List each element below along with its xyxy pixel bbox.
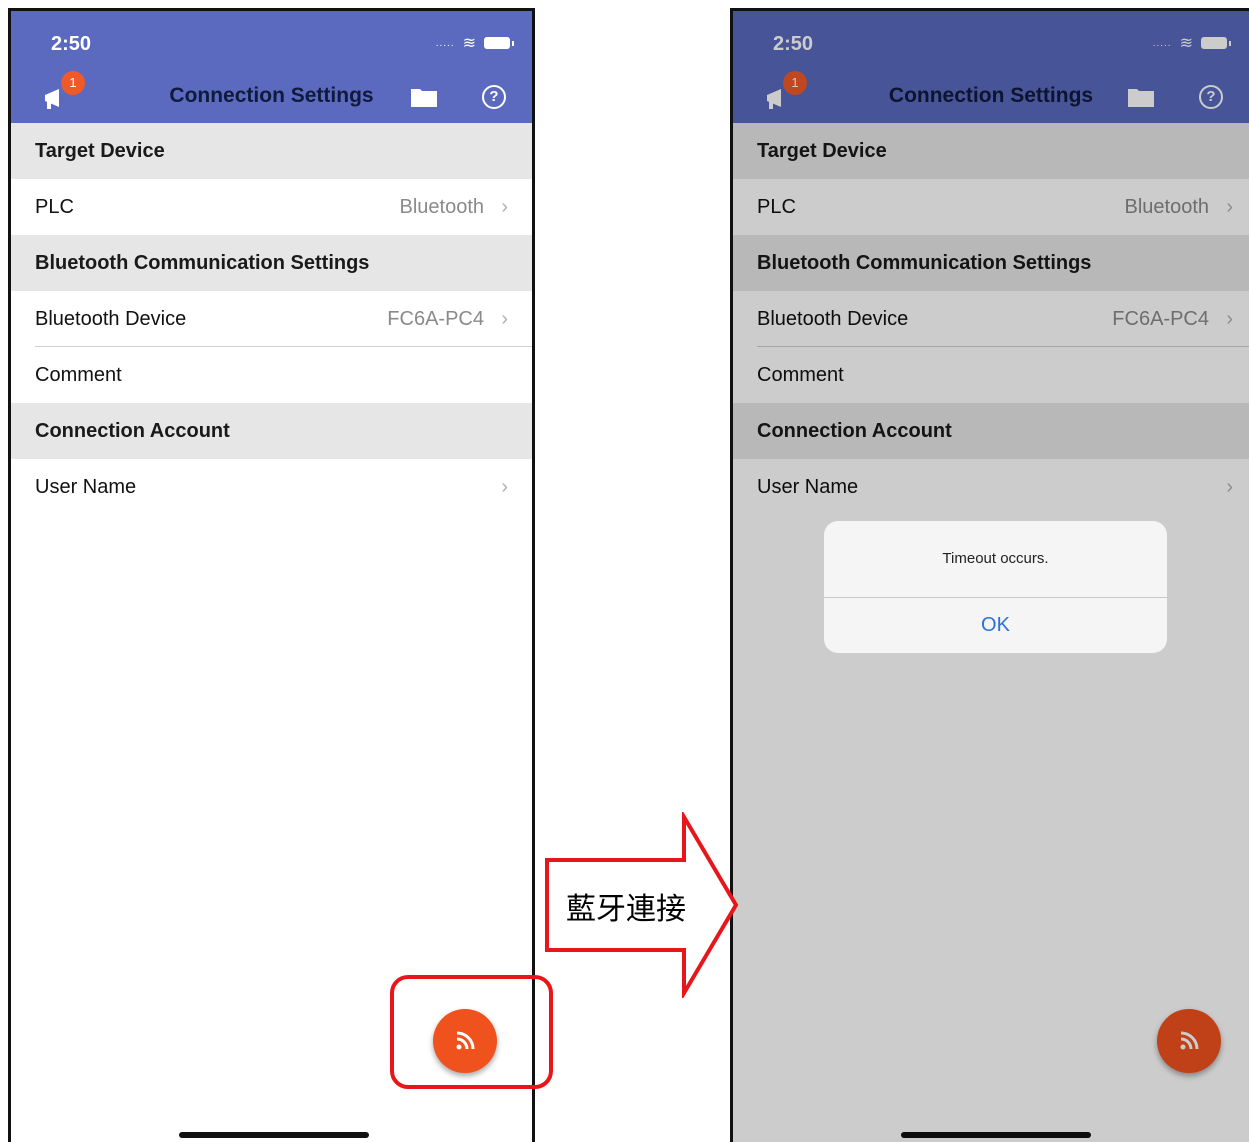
timeout-alert: Timeout occurs. OK [824,521,1167,653]
row-label: Bluetooth Device [35,308,187,330]
row-plc[interactable]: PLC Bluetooth › [11,179,532,235]
row-label: PLC [35,196,74,218]
chevron-right-icon: › [501,196,508,218]
alert-ok-button[interactable]: OK [824,598,1167,653]
phone-screen-after: 2:50 ..... ≋ 1 Connection Settings ? Tar… [730,8,1249,1142]
row-user-name[interactable]: User Name › [11,459,532,515]
phone-screen-before: 2:50 ..... ≋ 1 Connection Settings ? Tar… [8,8,535,1142]
chevron-right-icon: › [501,476,508,498]
section-target-device: Target Device [11,123,532,179]
page-title: Connection Settings [169,84,374,107]
help-icon[interactable]: ? [482,85,506,109]
status-icons: ..... ≋ [435,33,514,53]
section-connection-account: Connection Account [11,403,532,459]
status-time: 2:50 [51,33,92,55]
settings-list: Target Device PLC Bluetooth › Bluetooth … [11,123,532,515]
section-bluetooth-settings: Bluetooth Communication Settings [11,235,532,291]
folder-icon[interactable] [411,87,437,107]
row-comment[interactable]: Comment [11,347,532,403]
header-bar: 2:50 ..... ≋ 1 Connection Settings ? [11,11,532,123]
home-indicator [179,1132,369,1138]
arrow-label: 藍牙連接 [566,892,686,927]
battery-icon [484,37,514,49]
chevron-right-icon: › [501,308,508,330]
row-value: Bluetooth [399,196,484,218]
signal-icon: ..... [435,37,455,49]
row-label: User Name [35,476,137,498]
connect-button-highlight [390,975,553,1089]
row-bluetooth-device[interactable]: Bluetooth Device FC6A-PC4 › [11,291,532,347]
wifi-icon: ≋ [462,35,476,52]
row-value: FC6A-PC4 [387,308,484,330]
alert-message: Timeout occurs. [824,521,1167,598]
row-label: Comment [35,364,122,386]
